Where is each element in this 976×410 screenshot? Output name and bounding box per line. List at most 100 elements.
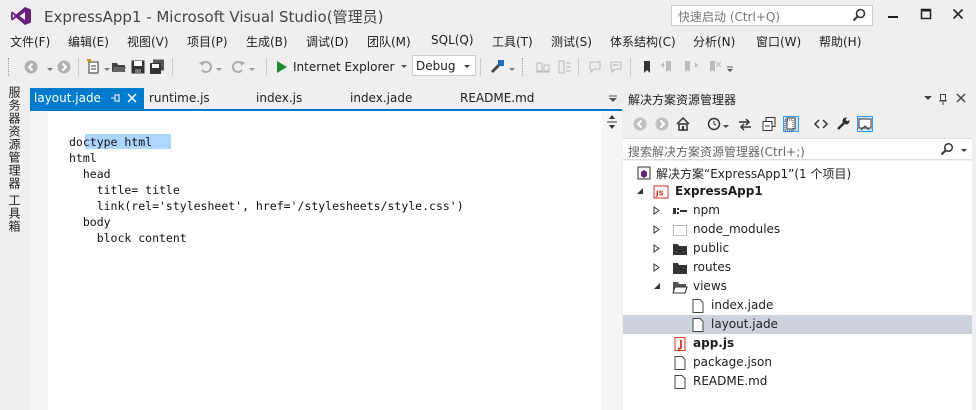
new-project-button[interactable] xyxy=(86,59,102,75)
menu-help[interactable]: 帮助(H) xyxy=(819,33,861,50)
menu-team[interactable]: 团队(M) xyxy=(367,33,411,50)
window-position-dropdown-icon[interactable] xyxy=(923,93,933,103)
solution-configuration-select[interactable]: Debug xyxy=(412,55,476,76)
maximize-button[interactable] xyxy=(913,4,939,26)
split-window-icon[interactable] xyxy=(606,115,618,129)
close-button[interactable] xyxy=(945,4,971,26)
format-button[interactable] xyxy=(557,59,573,75)
next-bookmark-button[interactable] xyxy=(683,59,699,75)
menu-edit[interactable]: 编辑(E) xyxy=(68,33,109,50)
collapsed-arrow-icon[interactable] xyxy=(653,206,661,215)
navigate-back-button[interactable] xyxy=(23,59,39,75)
clear-bookmarks-button[interactable] xyxy=(706,59,722,75)
tab-index-js[interactable]: index.js xyxy=(256,91,302,105)
menu-architecture[interactable]: 体系结构(C) xyxy=(610,33,676,50)
menu-sql[interactable]: SQL(Q) xyxy=(431,33,474,47)
align-button[interactable] xyxy=(535,59,551,75)
close-icon[interactable] xyxy=(956,93,966,103)
undo-icon xyxy=(199,61,212,73)
sync-with-active-document-button[interactable] xyxy=(737,116,753,132)
tree-node-readme-md[interactable]: README.md xyxy=(623,372,972,391)
properties-button[interactable] xyxy=(835,116,851,132)
tree-node-routes[interactable]: routes xyxy=(623,258,972,277)
menu-view[interactable]: 视图(V) xyxy=(127,33,169,50)
pending-changes-dropdown[interactable] xyxy=(722,116,738,132)
collapsed-arrow-icon[interactable] xyxy=(653,244,661,253)
show-all-files-button[interactable] xyxy=(783,116,799,132)
expanded-arrow-icon[interactable] xyxy=(636,187,644,195)
menu-test[interactable]: 测试(S) xyxy=(551,33,592,50)
tab-readme-md[interactable]: README.md xyxy=(460,91,534,105)
toolbar-grip[interactable] xyxy=(8,58,11,76)
tab-overflow-dropdown-icon[interactable] xyxy=(608,95,618,103)
chevron-down-icon[interactable] xyxy=(960,148,968,154)
tab-runtime-js[interactable]: runtime.js xyxy=(149,91,210,105)
save-all-button[interactable] xyxy=(149,59,165,75)
vertical-scrollbar[interactable] xyxy=(602,111,622,410)
close-icon[interactable] xyxy=(127,93,137,103)
pin-icon[interactable] xyxy=(937,93,949,105)
start-debugging-button[interactable]: Internet Explorer xyxy=(276,56,408,78)
preview-icon xyxy=(857,116,873,132)
menu-build[interactable]: 生成(B) xyxy=(246,33,288,50)
tab-layout-jade[interactable]: layout.jade xyxy=(30,88,144,110)
search-icon xyxy=(852,8,866,22)
menu-file[interactable]: 文件(F) xyxy=(10,33,50,50)
comment-button[interactable] xyxy=(587,59,603,75)
toolbar-separator xyxy=(480,58,481,76)
undo-button[interactable] xyxy=(198,59,214,75)
tree-node-npm[interactable]: npm xyxy=(623,201,972,220)
tree-node-app-js[interactable]: app.js xyxy=(623,334,972,353)
tree-node-label: README.md xyxy=(693,374,768,388)
pin-icon[interactable] xyxy=(110,92,122,104)
menu-analyze[interactable]: 分析(N) xyxy=(693,33,735,50)
server-explorer-tab[interactable]: 服务器资源管理器 xyxy=(6,86,23,190)
forward-button[interactable] xyxy=(654,116,670,132)
collapsed-arrow-icon[interactable] xyxy=(653,263,661,272)
code-line: doctype html xyxy=(69,135,153,149)
menu-window[interactable]: 窗口(W) xyxy=(756,33,801,50)
back-button[interactable] xyxy=(632,116,648,132)
tree-node-node-modules[interactable]: node_modules xyxy=(623,220,972,239)
home-button[interactable] xyxy=(675,116,691,132)
tree-node-layout-jade[interactable]: layout.jade xyxy=(623,315,972,334)
toolbox-tab[interactable]: 工具箱 xyxy=(6,194,23,233)
previous-bookmark-button[interactable] xyxy=(660,59,676,75)
tree-node-views[interactable]: views xyxy=(623,277,972,296)
chevron-down-icon xyxy=(216,68,222,71)
pending-changes-filter-button[interactable] xyxy=(706,116,722,132)
toolbar-grip[interactable] xyxy=(522,58,525,76)
tree-node-index-jade[interactable]: index.jade xyxy=(623,296,972,315)
save-button[interactable] xyxy=(130,59,146,75)
collapse-all-button[interactable] xyxy=(761,116,777,132)
attach-button[interactable] xyxy=(489,59,505,75)
menu-tools[interactable]: 工具(T) xyxy=(492,33,533,50)
menu-project[interactable]: 项目(P) xyxy=(187,33,228,50)
redo-dropdown[interactable] xyxy=(248,59,264,75)
redo-button[interactable] xyxy=(230,59,246,75)
tree-node-public[interactable]: public xyxy=(623,239,972,258)
bookmark-button[interactable] xyxy=(639,59,655,75)
tree-node-package-json[interactable]: package.json xyxy=(623,353,972,372)
solution-search-input[interactable]: 搜索解决方案资源管理器(Ctrl+;) xyxy=(623,138,972,160)
toolbar-options-dropdown[interactable] xyxy=(726,59,742,75)
navigate-forward-button[interactable] xyxy=(56,59,72,75)
collapsed-arrow-icon[interactable] xyxy=(653,225,661,234)
tree-node-solution[interactable]: 解决方案“ExpressApp1”(1 个项目) xyxy=(623,163,972,182)
document-tab-strip: layout.jade runtime.js index.js index.ja… xyxy=(30,88,622,110)
view-code-button[interactable] xyxy=(813,116,829,132)
uncomment-button[interactable] xyxy=(608,59,624,75)
open-file-button[interactable] xyxy=(111,59,127,75)
preview-selected-items-button[interactable] xyxy=(857,116,873,132)
undo-dropdown[interactable] xyxy=(215,59,231,75)
tree-node-project[interactable]: JS ExpressApp1 xyxy=(623,182,972,201)
menu-debug[interactable]: 调试(D) xyxy=(306,33,349,50)
tab-index-jade[interactable]: index.jade xyxy=(350,91,412,105)
quick-launch-input[interactable]: 快速启动 (Ctrl+Q) xyxy=(671,5,873,26)
align-icon xyxy=(536,62,550,73)
show-all-files-icon xyxy=(783,116,799,132)
code-text-area[interactable]: doctype html html head title= title link… xyxy=(48,111,602,410)
code-editor-panel: layout.jade runtime.js index.js index.ja… xyxy=(30,88,622,410)
minimize-button[interactable] xyxy=(880,4,906,26)
expanded-arrow-icon[interactable] xyxy=(653,282,661,290)
